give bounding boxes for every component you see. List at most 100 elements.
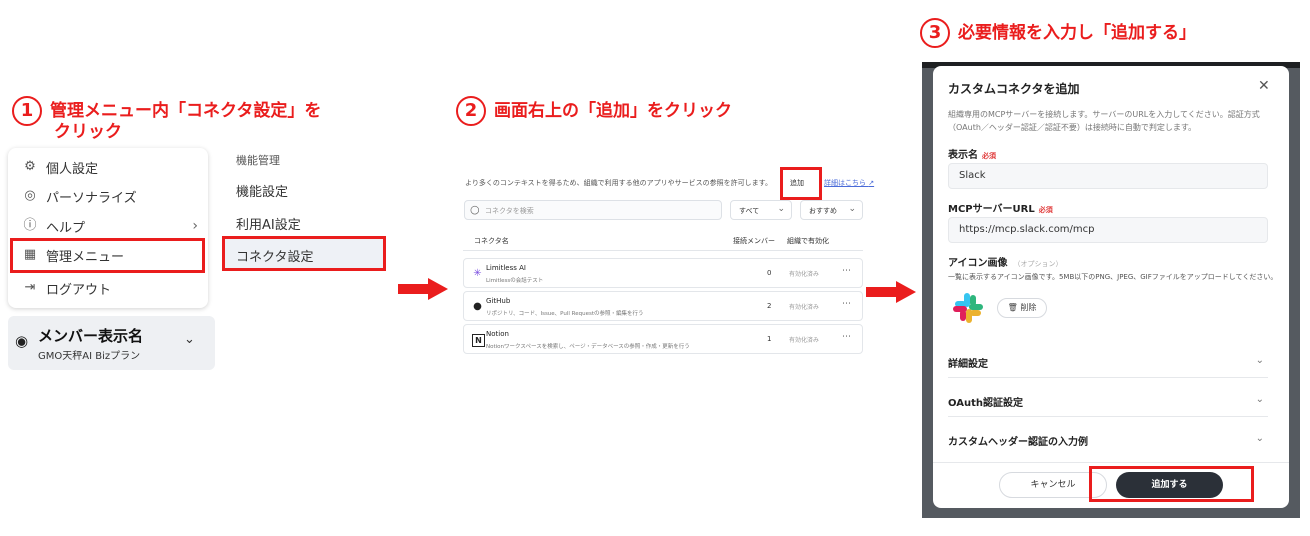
logout-icon: ⇥ xyxy=(24,280,36,295)
mcp-url-input[interactable]: https://mcp.slack.com/mcp xyxy=(948,217,1268,243)
row-status: 有効化済み xyxy=(789,304,820,311)
limitless-logo-icon: ✳ xyxy=(473,268,482,279)
highlight-connector-settings xyxy=(222,236,386,271)
modal-description: 組織専用のMCPサーバーを接続します。サーバーのURLを入力してください。認証方… xyxy=(948,110,1260,132)
search-icon: ○ xyxy=(470,203,480,216)
accordion-label: OAuth認証設定 xyxy=(948,398,1023,409)
gear-icon: ⚙ xyxy=(24,159,36,174)
details-link-label: 詳細はこちら xyxy=(824,179,866,187)
user-menu-card: ⚙ 個人設定 ◎ パーソナライズ ⓘ ヘルプ › ▦ 管理メニュー ⇥ ログアウト xyxy=(8,148,208,308)
connector-search-input[interactable]: ○ コネクタを検索 xyxy=(464,200,722,220)
table-row[interactable]: ● GitHub リポジトリ、コード、Issue、Pull Requestの参照… xyxy=(463,291,863,321)
notion-logo-icon: N xyxy=(472,334,485,347)
chevron-down-icon: ⌄ xyxy=(1255,394,1264,405)
accordion-label: カスタムヘッダー認証の入力例 xyxy=(948,437,1088,448)
personalize-icon: ◎ xyxy=(24,188,36,203)
icon-image-label: アイコン画像 （オプション） xyxy=(948,254,1063,269)
menu-item-help[interactable]: ⓘ ヘルプ › xyxy=(22,213,198,239)
display-name-label: 表示名 必須 xyxy=(948,146,996,161)
delete-icon-button[interactable]: 🗑 削除 xyxy=(997,298,1047,318)
connectors-description: より多くのコンテキストを得るため、組織で利用する他のアプリやサービスの参照を許可… xyxy=(465,179,772,187)
more-icon[interactable]: ⋯ xyxy=(842,332,851,342)
optional-badge: （オプション） xyxy=(1013,260,1063,268)
table-header-divider xyxy=(463,250,863,251)
row-name: Notion xyxy=(486,330,509,338)
menu-item-personalize[interactable]: ◎ パーソナライズ xyxy=(22,183,137,209)
step-3-text: 必要情報を入力し「追加する」 xyxy=(958,23,1196,43)
row-name: GitHub xyxy=(486,297,511,305)
member-name: メンバー表示名 xyxy=(38,327,144,345)
highlight-add-button xyxy=(780,167,822,200)
table-row[interactable]: N Notion Notionワークスペースを検索し、ページ・データベースの参照… xyxy=(463,324,863,354)
table-row[interactable]: ✳ Limitless AI Limitlessの会話テスト 0 有効化済み ⋯ xyxy=(463,258,863,288)
row-count: 2 xyxy=(767,302,772,310)
chevron-down-icon: ⌄ xyxy=(777,204,785,214)
row-name: Limitless AI xyxy=(486,264,526,272)
highlight-admin-menu xyxy=(10,238,205,273)
slack-logo-icon xyxy=(953,293,983,323)
required-badge: 必須 xyxy=(1038,206,1053,214)
accordion-custom-header-example[interactable]: カスタムヘッダー認証の入力例 ⌄ xyxy=(948,425,1268,455)
accordion-advanced-settings[interactable]: 詳細設定 ⌄ xyxy=(948,347,1268,378)
filter-select-value: すべて xyxy=(739,207,760,215)
help-icon: ⓘ xyxy=(23,218,37,233)
row-desc: Notionワークスペースを検索し、ページ・データベースの参照・作成・更新を行う xyxy=(486,344,690,350)
row-desc: Limitlessの会話テスト xyxy=(486,278,544,284)
row-desc: リポジトリ、コード、Issue、Pull Requestの参照・編集を行う xyxy=(486,311,644,317)
column-header-enabled: 組織で有効化 xyxy=(787,237,829,245)
chevron-down-icon: ⌄ xyxy=(848,204,856,214)
row-status: 有効化済み xyxy=(789,271,820,278)
row-status: 有効化済み xyxy=(789,337,820,344)
arrow-right-icon xyxy=(866,281,916,303)
chevron-down-icon: ⌄ xyxy=(1255,355,1264,366)
more-icon[interactable]: ⋯ xyxy=(842,266,851,276)
step-number-1: 1 xyxy=(12,96,42,126)
step-1-text-line2: クリック xyxy=(54,122,122,142)
modal-title: カスタムコネクタを追加 xyxy=(948,82,1080,96)
step-3-heading: 3 必要情報を入力し「追加する」 xyxy=(920,18,1196,48)
accordion-oauth-settings[interactable]: OAuth認証設定 ⌄ xyxy=(948,386,1268,417)
highlight-submit-button xyxy=(1089,466,1254,502)
display-name-input[interactable]: Slack xyxy=(948,163,1268,189)
external-link-icon: ↗ xyxy=(868,179,875,187)
close-icon[interactable]: ✕ xyxy=(1258,78,1270,94)
github-logo-icon: ● xyxy=(473,301,482,312)
step-number-2: 2 xyxy=(456,96,486,126)
member-plan: GMO天秤AI Bizプラン xyxy=(38,351,141,362)
menu-item-personal-settings[interactable]: ⚙ 個人設定 xyxy=(22,154,98,180)
submenu-heading: 機能管理 xyxy=(236,154,280,167)
step-1-text-line1: 管理メニュー内「コネクタ設定」を xyxy=(50,101,322,121)
chevron-right-icon: › xyxy=(192,218,198,234)
row-count: 0 xyxy=(767,269,772,277)
sort-select-value: おすすめ xyxy=(809,207,837,215)
menu-item-label: 個人設定 xyxy=(46,161,99,177)
arrow-right-icon xyxy=(398,278,448,300)
icon-image-hint: 一覧に表示するアイコン画像です。5MB以下のPNG、JPEG、GIFファイルをア… xyxy=(948,273,1278,281)
submenu-item-ai-settings[interactable]: 利用AI設定 xyxy=(236,214,301,233)
display-name-label-text: 表示名 xyxy=(948,150,978,161)
chevron-down-icon: ⌄ xyxy=(1255,433,1264,444)
menu-item-logout[interactable]: ⇥ ログアウト xyxy=(22,275,111,301)
filter-select[interactable]: すべて ⌄ xyxy=(730,200,792,220)
submenu-item-feature-settings[interactable]: 機能設定 xyxy=(236,181,288,200)
menu-item-label: パーソナライズ xyxy=(46,190,137,206)
delete-label: 削除 xyxy=(1020,303,1037,312)
sort-select[interactable]: おすすめ ⌄ xyxy=(800,200,863,220)
more-icon[interactable]: ⋯ xyxy=(842,299,851,309)
search-placeholder: コネクタを検索 xyxy=(485,207,534,215)
modal-footer-divider xyxy=(933,462,1289,463)
step-2-text: 画面右上の「追加」をクリック xyxy=(494,101,732,121)
trash-icon: 🗑 xyxy=(1007,303,1018,312)
mcp-url-label: MCPサーバーURL 必須 xyxy=(948,200,1053,215)
details-link[interactable]: 詳細はこちら ↗ xyxy=(824,178,874,188)
member-switcher[interactable]: ◉ メンバー表示名 GMO天秤AI Bizプラン ⌄ xyxy=(8,316,215,370)
required-badge: 必須 xyxy=(982,152,996,160)
column-header-members: 接続メンバー xyxy=(733,237,775,245)
user-icon: ◉ xyxy=(15,332,29,350)
icon-image-label-text: アイコン画像 xyxy=(948,258,1008,269)
chevron-down-icon: ⌄ xyxy=(184,332,195,347)
step-number-3: 3 xyxy=(920,18,950,48)
step-2-heading: 2 画面右上の「追加」をクリック xyxy=(456,96,732,126)
row-count: 1 xyxy=(767,335,772,343)
menu-item-label: ログアウト xyxy=(46,282,112,298)
